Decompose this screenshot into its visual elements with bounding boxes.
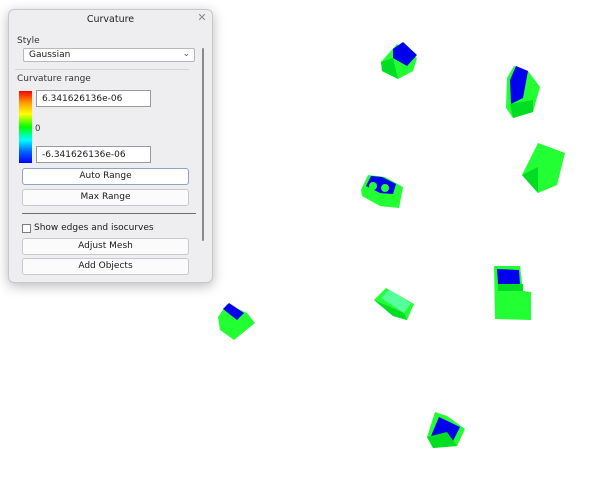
scrollbar-thumb[interactable] <box>202 48 204 241</box>
chevron-down-icon: ⌄ <box>182 49 190 59</box>
separator <box>15 69 189 70</box>
panel-title: Curvature <box>86 14 135 25</box>
mesh-object[interactable] <box>506 66 540 118</box>
scrollbar[interactable] <box>197 36 209 278</box>
style-dropdown-value: Gaussian <box>29 50 71 60</box>
separator <box>22 213 196 214</box>
max-range-button[interactable]: Max Range <box>22 189 189 206</box>
style-dropdown[interactable]: Gaussian ⌄ <box>23 48 195 62</box>
close-icon[interactable]: ✕ <box>196 12 208 24</box>
curvature-range-label: Curvature range <box>17 74 91 84</box>
mesh-object[interactable] <box>361 175 403 208</box>
color-scale-bar <box>19 91 32 163</box>
mesh-object[interactable] <box>494 266 531 320</box>
mesh-object[interactable] <box>374 288 414 320</box>
show-edges-checkbox[interactable] <box>22 224 31 233</box>
auto-range-button[interactable]: Auto Range <box>22 168 189 185</box>
zero-label: 0 <box>35 124 41 134</box>
add-objects-button[interactable]: Add Objects <box>22 258 189 275</box>
range-min-input[interactable]: -6.341626136e-06 <box>36 146 151 163</box>
mesh-object[interactable] <box>381 42 417 79</box>
style-label: Style <box>17 36 40 46</box>
mesh-object[interactable] <box>522 143 565 193</box>
range-max-input[interactable]: 6.341626136e-06 <box>36 90 151 107</box>
curvature-panel: Curvature ✕ Style Gaussian ⌄ Curvature r… <box>8 9 213 283</box>
mesh-object[interactable] <box>427 412 465 448</box>
adjust-mesh-button[interactable]: Adjust Mesh <box>22 238 189 255</box>
mesh-object[interactable] <box>218 303 255 340</box>
show-edges-label: Show edges and isocurves <box>34 223 154 233</box>
